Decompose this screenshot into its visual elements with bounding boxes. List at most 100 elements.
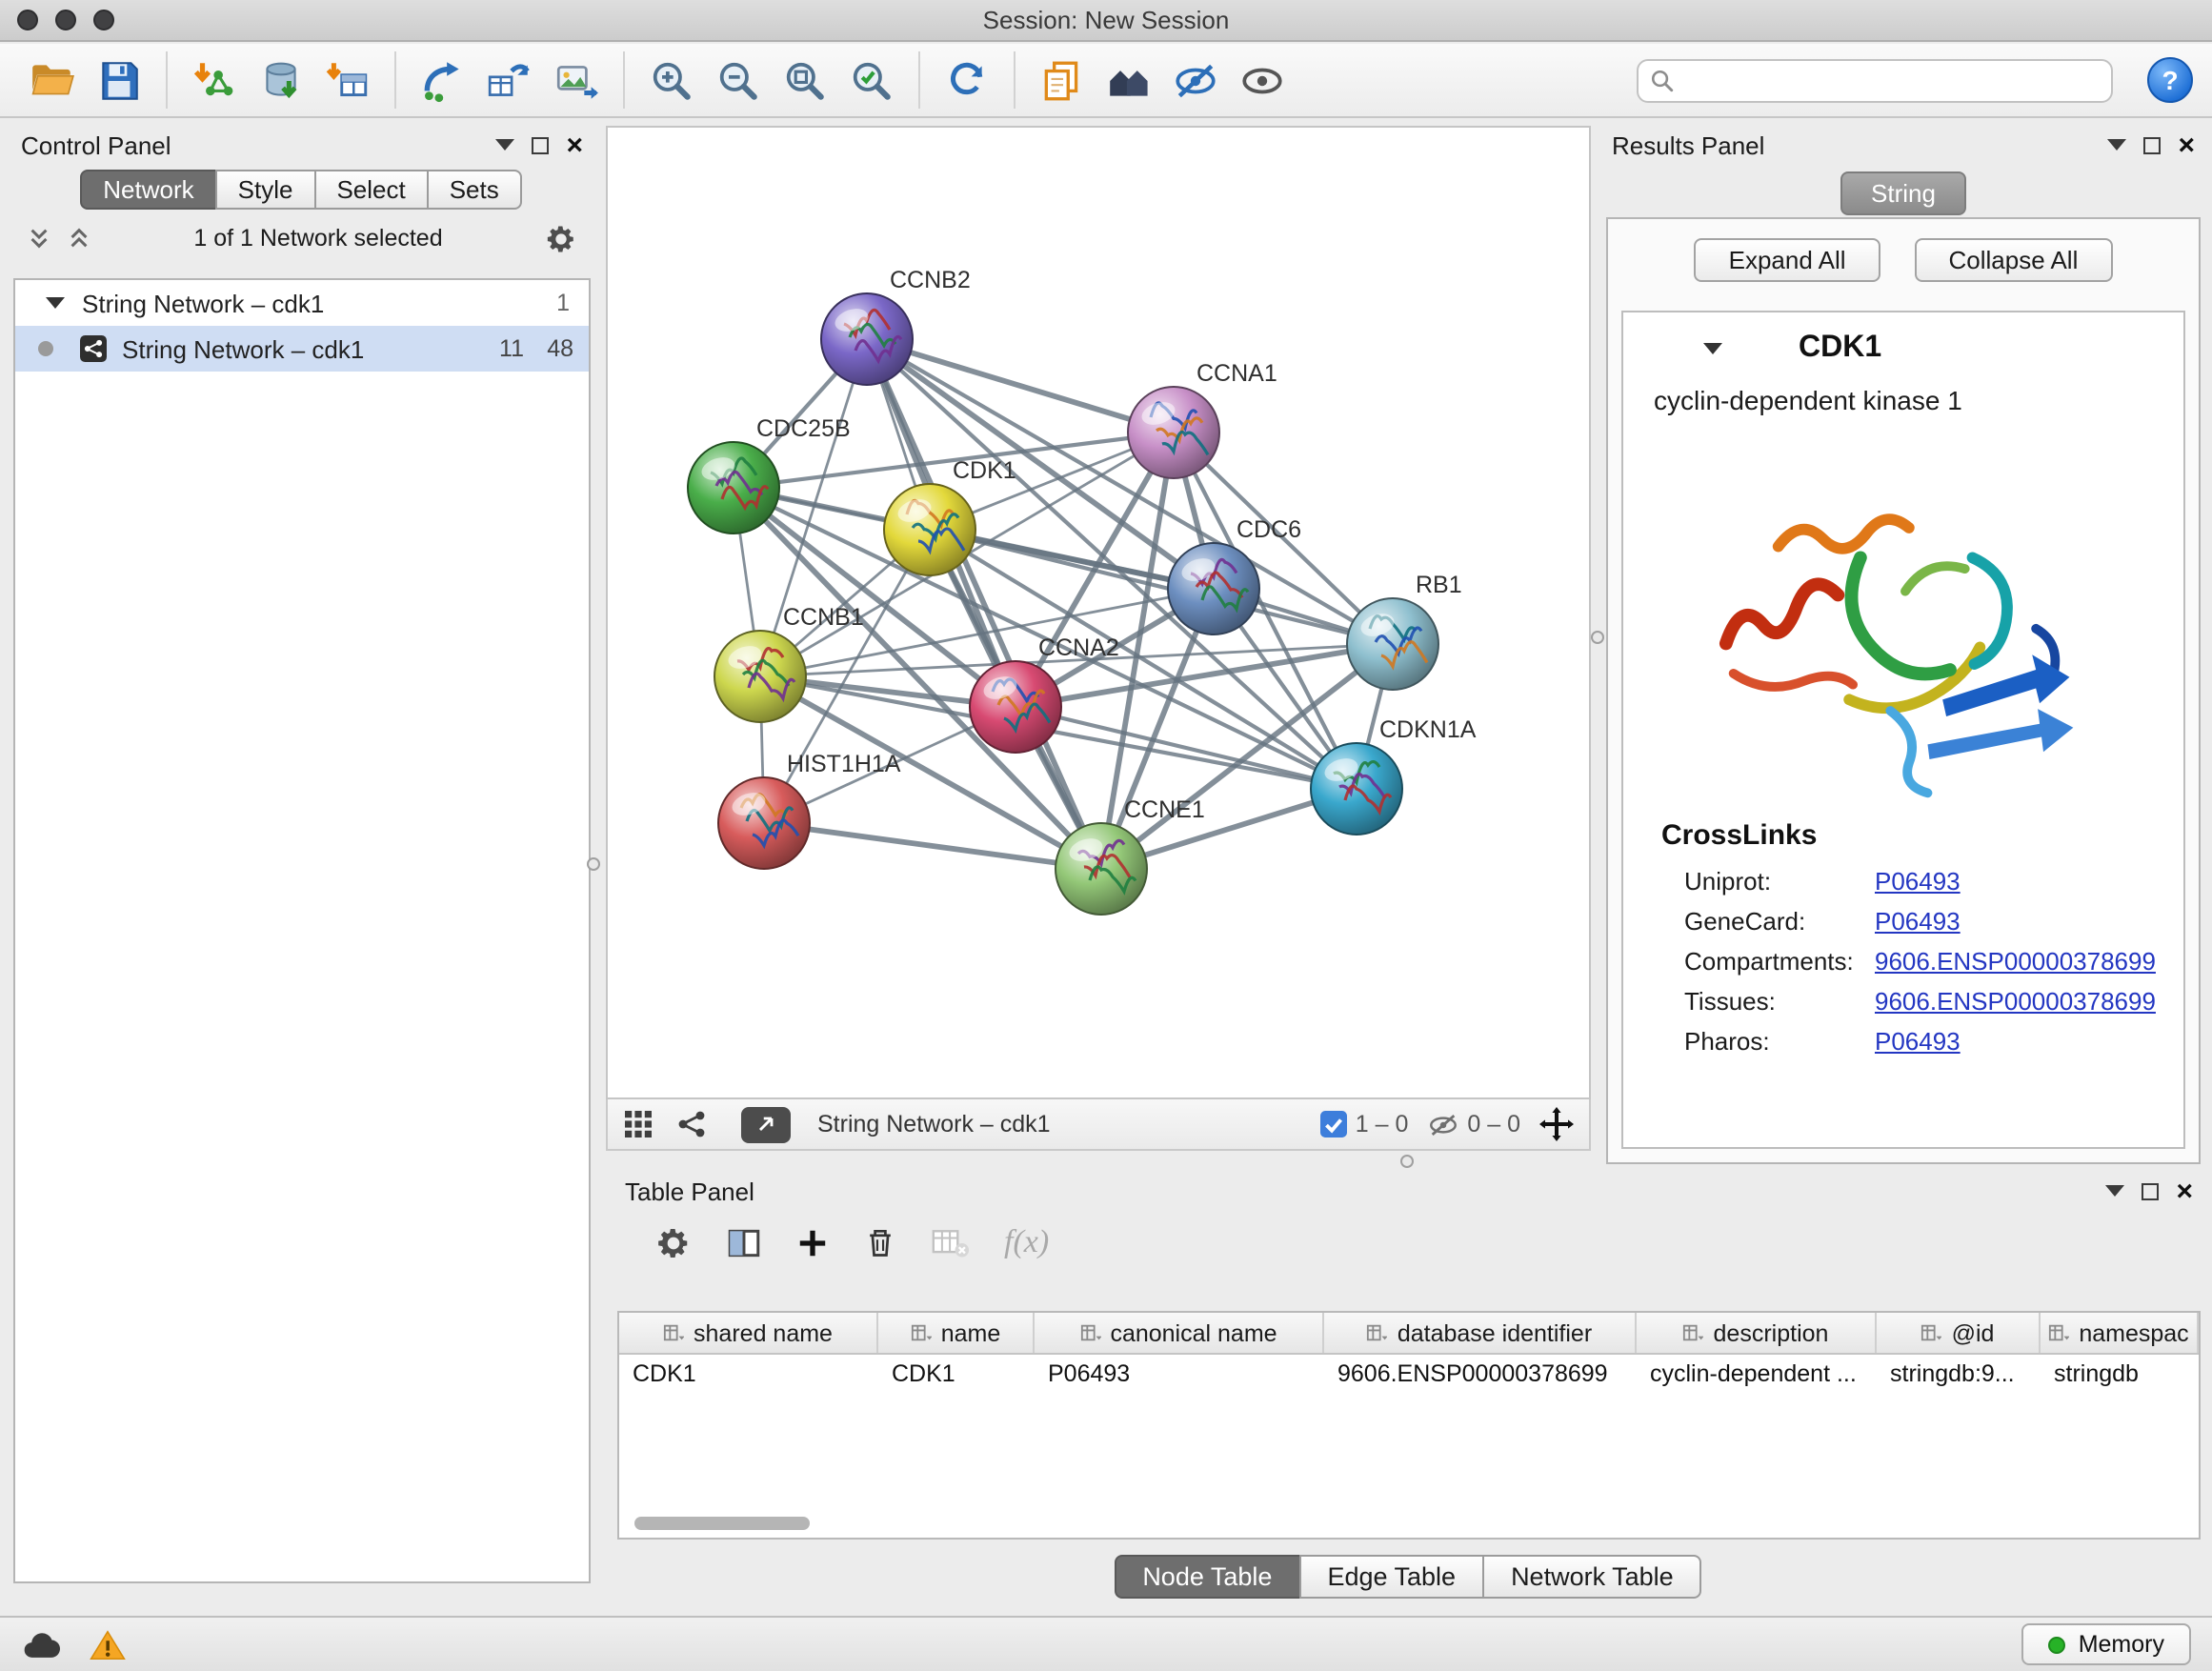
delete-column-icon[interactable] — [863, 1225, 897, 1259]
column-header[interactable]: namespac — [2041, 1313, 2199, 1353]
table-cell[interactable]: stringdb:9... — [1877, 1355, 2041, 1395]
network-collection-row[interactable]: String Network – cdk1 1 — [15, 280, 589, 326]
crosslink-link[interactable]: P06493 — [1875, 907, 1961, 936]
tree-expand-icon[interactable] — [46, 297, 65, 309]
column-header[interactable]: shared name — [619, 1313, 878, 1353]
new-network-from-selection-button[interactable] — [484, 54, 535, 106]
cloud-icon[interactable] — [21, 1628, 63, 1661]
tab-network-table[interactable]: Network Table — [1482, 1555, 1702, 1599]
export-image-button[interactable] — [551, 54, 602, 106]
open-session-button[interactable] — [27, 54, 78, 106]
network-node-CDKN1A[interactable]: CDKN1A — [1311, 716, 1477, 835]
network-node-RB1[interactable]: RB1 — [1347, 572, 1462, 690]
save-session-button[interactable] — [93, 54, 145, 106]
network-node-CCNB2[interactable]: CCNB2 — [821, 267, 971, 385]
collapse-all-button[interactable]: Collapse All — [1915, 238, 2113, 282]
show-graphics-button[interactable] — [1237, 54, 1288, 106]
search-input[interactable] — [1684, 67, 2100, 93]
gene-collapse-icon[interactable] — [1703, 343, 1722, 354]
delete-table-icon[interactable] — [932, 1226, 970, 1258]
import-network-file-button[interactable] — [189, 54, 240, 106]
network-edge[interactable] — [764, 823, 1101, 869]
tab-network[interactable]: Network — [80, 170, 216, 210]
selected-checkbox-icon[interactable] — [1321, 1111, 1348, 1137]
crosslink-link[interactable]: 9606.ENSP00000378699 — [1875, 947, 2156, 976]
collapse-all-icon[interactable] — [27, 225, 51, 252]
panel-float-icon[interactable] — [2105, 1185, 2124, 1197]
network-node-CDK1[interactable]: CDK1 — [884, 457, 1016, 575]
network-canvas[interactable]: CCNB2CCNA1CDC25BCDK1CDC6RB1CCNB1CCNA2CDK… — [606, 126, 1591, 1099]
first-neighbors-button[interactable] — [417, 54, 469, 106]
table-cell[interactable]: stringdb — [2041, 1355, 2199, 1395]
home-button[interactable] — [1103, 54, 1155, 106]
table-cell[interactable]: CDK1 — [619, 1355, 878, 1395]
panel-float-icon[interactable] — [495, 139, 514, 151]
horizontal-scrollbar-thumb[interactable] — [634, 1517, 810, 1530]
tab-node-table[interactable]: Node Table — [1114, 1555, 1300, 1599]
table-cell[interactable]: CDK1 — [878, 1355, 1035, 1395]
column-header[interactable]: @id — [1877, 1313, 2041, 1353]
tab-style[interactable]: Style — [215, 170, 316, 210]
crosslink-link[interactable]: P06493 — [1875, 867, 1961, 896]
column-header[interactable]: description — [1637, 1313, 1877, 1353]
column-header[interactable]: name — [878, 1313, 1035, 1353]
panel-undock-icon[interactable] — [532, 136, 549, 153]
tab-string[interactable]: String — [1840, 171, 1966, 215]
crosslink-link[interactable]: P06493 — [1875, 1027, 1961, 1056]
warning-icon[interactable] — [90, 1628, 126, 1661]
duplicate-network-button[interactable] — [1036, 54, 1088, 106]
function-builder-icon[interactable]: f(x) — [1004, 1223, 1049, 1261]
panel-float-icon[interactable] — [2107, 139, 2126, 151]
panel-close-icon[interactable]: × — [566, 131, 583, 159]
expand-all-icon[interactable] — [67, 225, 91, 252]
help-button[interactable]: ? — [2147, 57, 2193, 103]
table-cell[interactable]: cyclin-dependent ... — [1637, 1355, 1877, 1395]
splitter-handle[interactable] — [1591, 631, 1604, 644]
column-header[interactable]: canonical name — [1035, 1313, 1324, 1353]
birdseye-grid-icon[interactable] — [623, 1109, 654, 1139]
splitter-handle[interactable] — [587, 857, 600, 871]
expand-all-button[interactable]: Expand All — [1695, 238, 1880, 282]
network-row-selected[interactable]: String Network – cdk1 11 48 — [15, 326, 589, 372]
show-columns-icon[interactable] — [726, 1224, 762, 1260]
tab-sets[interactable]: Sets — [427, 170, 522, 210]
network-edge[interactable] — [867, 339, 1174, 433]
zoom-out-button[interactable] — [713, 54, 764, 106]
hide-graphics-button[interactable] — [1170, 54, 1221, 106]
pan-move-icon[interactable] — [1539, 1107, 1574, 1141]
panel-close-icon[interactable]: × — [2178, 131, 2195, 159]
table-cell[interactable]: P06493 — [1035, 1355, 1324, 1395]
network-title-status: String Network – cdk1 — [817, 1111, 1051, 1137]
panel-undock-icon[interactable] — [2142, 1182, 2159, 1199]
table-cell[interactable]: 9606.ENSP00000378699 — [1324, 1355, 1637, 1395]
import-table-button[interactable] — [322, 54, 373, 106]
gear-icon[interactable] — [545, 222, 577, 254]
network-graph[interactable]: CCNB2CCNA1CDC25BCDK1CDC6RB1CCNB1CCNA2CDK… — [608, 128, 1589, 1097]
panel-undock-icon[interactable] — [2143, 136, 2161, 153]
zoom-fit-button[interactable] — [779, 54, 831, 106]
zoom-in-button[interactable] — [646, 54, 697, 106]
network-node-CCNB1[interactable]: CCNB1 — [714, 604, 864, 722]
column-header[interactable]: database identifier — [1324, 1313, 1637, 1353]
table-settings-gear-icon[interactable] — [655, 1224, 692, 1260]
network-node-CCNA1[interactable]: CCNA1 — [1128, 360, 1277, 478]
crosslink-link[interactable]: 9606.ENSP00000378699 — [1875, 987, 2156, 1016]
memory-button[interactable]: Memory — [2021, 1623, 2191, 1665]
splitter-handle[interactable] — [1400, 1155, 1414, 1168]
add-column-icon[interactable] — [796, 1226, 829, 1258]
import-network-database-button[interactable] — [255, 54, 307, 106]
network-edge[interactable] — [867, 339, 1101, 869]
panel-close-icon[interactable]: × — [2176, 1177, 2193, 1205]
network-node-HIST1H1A[interactable]: HIST1H1A — [718, 751, 901, 869]
hidden-eye-icon[interactable] — [1427, 1112, 1459, 1137]
refresh-network-button[interactable] — [941, 54, 993, 106]
zoom-selected-button[interactable] — [846, 54, 897, 106]
share-network-icon[interactable] — [676, 1109, 707, 1139]
tab-select[interactable]: Select — [313, 170, 428, 210]
tab-edge-table[interactable]: Edge Table — [1298, 1555, 1484, 1599]
network-edge[interactable] — [930, 530, 1393, 644]
search-box[interactable] — [1637, 58, 2113, 102]
table-row[interactable]: CDK1 CDK1 P06493 9606.ENSP00000378699 cy… — [619, 1355, 2199, 1395]
open-in-browser-button[interactable] — [741, 1106, 791, 1142]
network-edge[interactable] — [760, 589, 1214, 676]
